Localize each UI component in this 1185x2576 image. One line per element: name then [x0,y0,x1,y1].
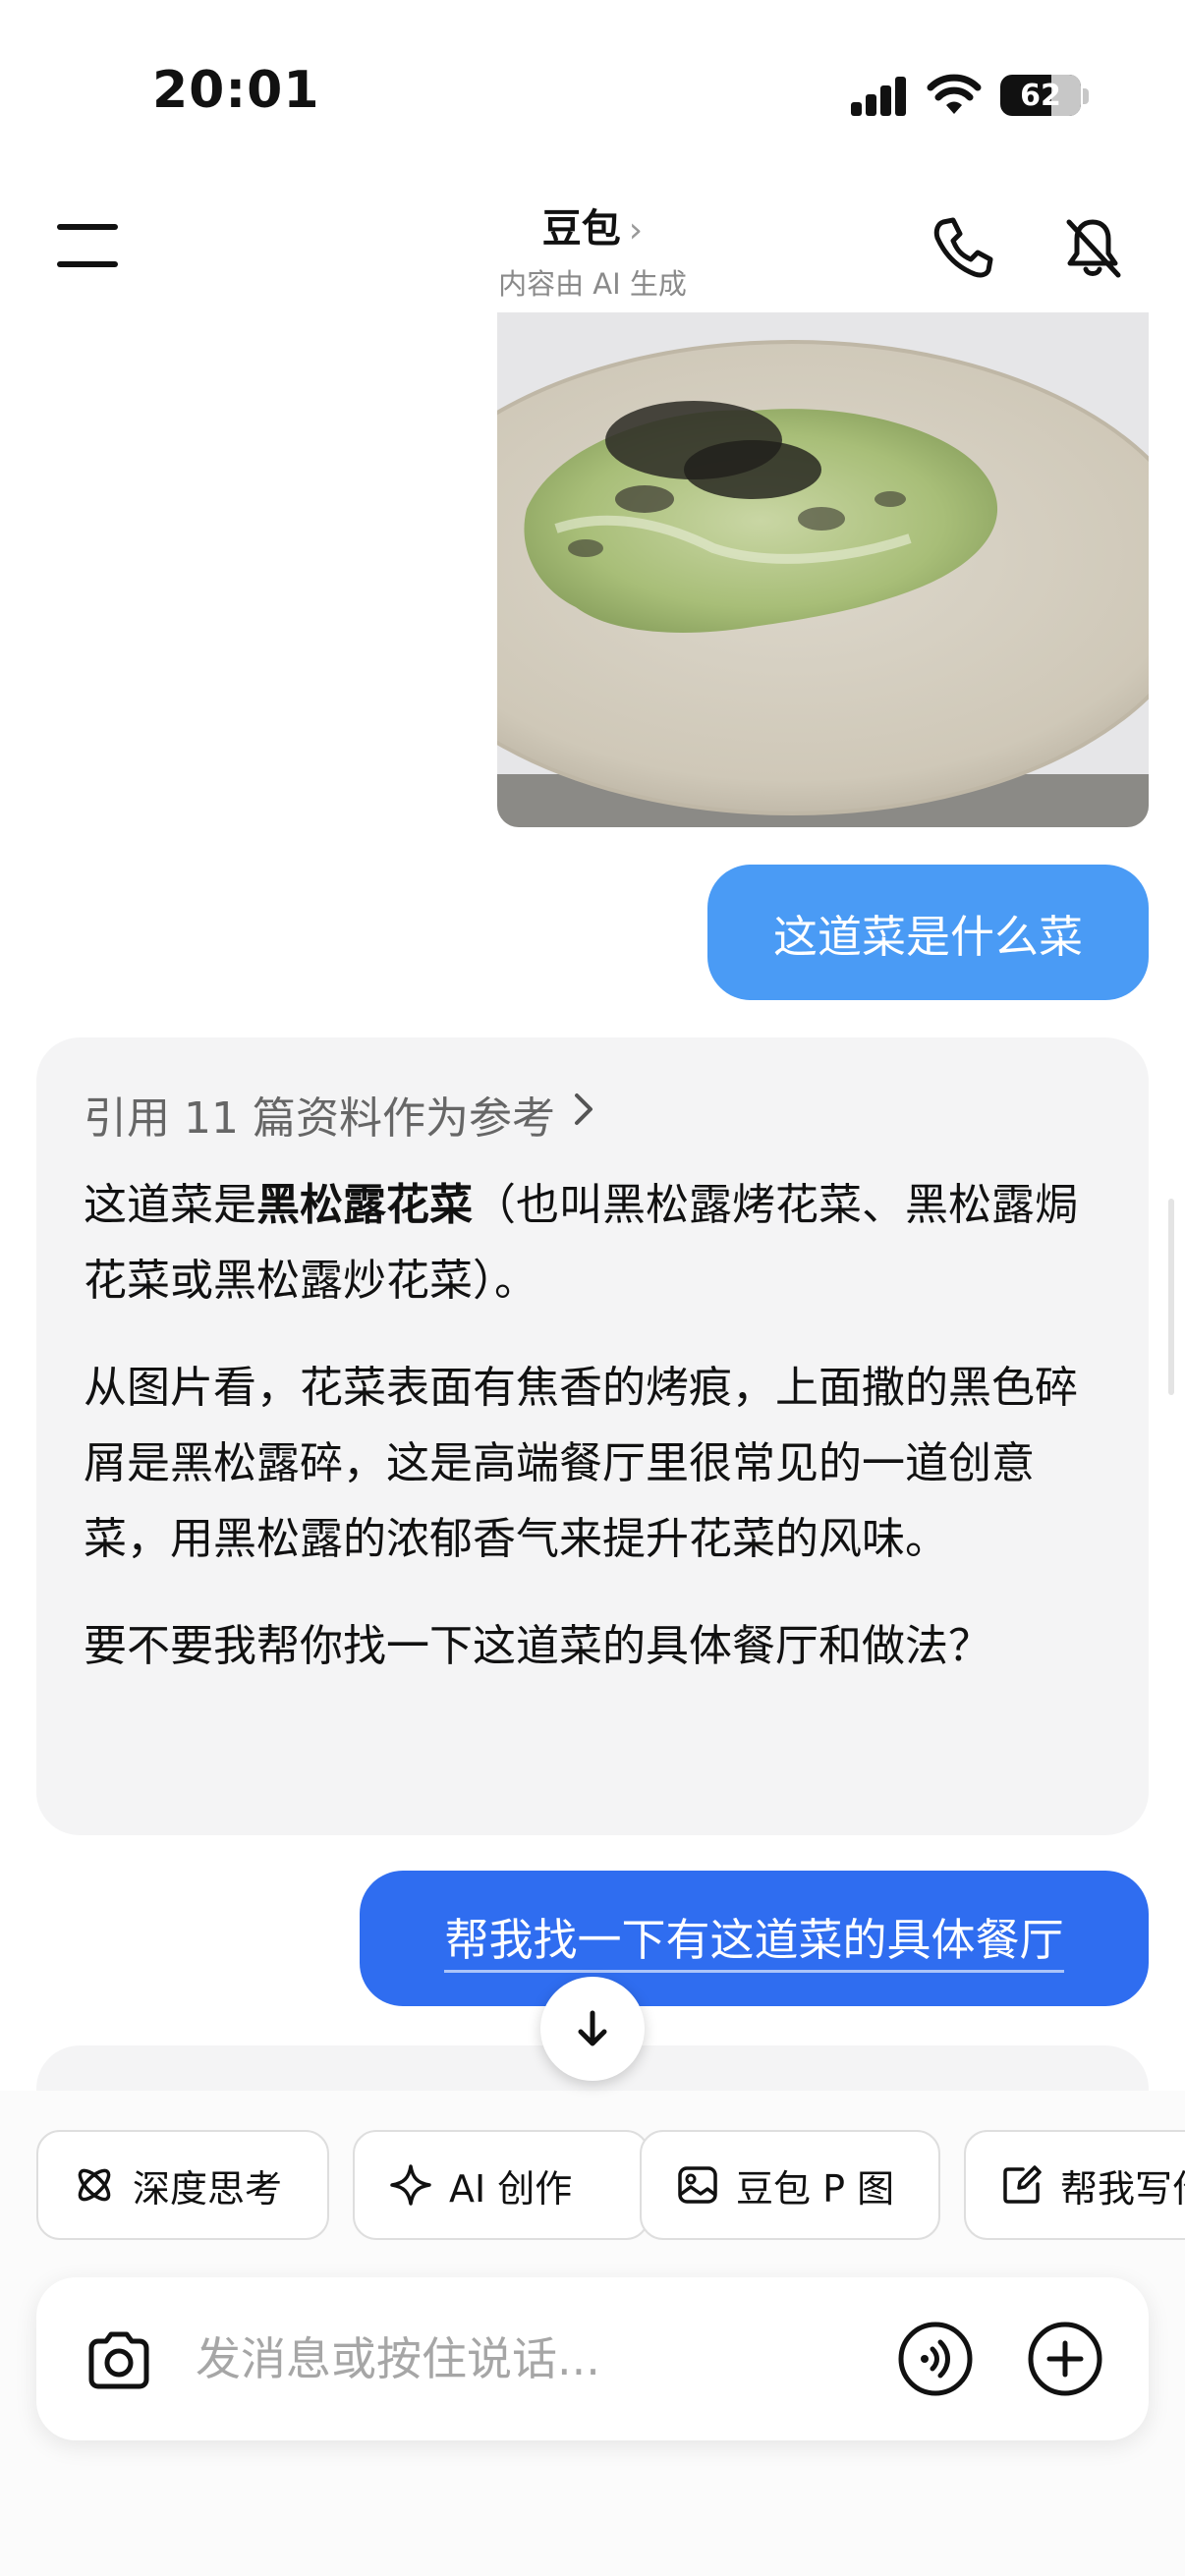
bot-name: 豆包 [541,206,621,252]
uploaded-food-photo[interactable] [497,312,1149,827]
scroll-to-bottom-button[interactable] [540,1977,645,2081]
signal-icon [851,77,908,116]
chip-label: 帮我写作 [1060,2166,1185,2211]
chip-label: 豆包 P 图 [736,2166,895,2211]
ai-disclaimer: 内容由 AI 生成 [498,267,687,301]
image-edit-icon [678,2166,717,2204]
bot-paragraph: 要不要我帮你找一下这道菜的具体餐厅和做法？ [84,1621,991,1671]
message-composer: 发消息或按住说话... [36,2277,1149,2440]
atom-icon [78,2168,111,2202]
chevron-right-icon [573,1092,594,1137]
status-bar: 20:01 62 [0,0,1185,187]
quick-actions: 深度思考 AI 创作 豆包 P 图 帮我写作 [36,2130,1185,2240]
references-label: 引用 11 篇资料作为参考 [84,1093,555,1144]
camera-icon[interactable] [84,2324,154,2395]
chip-label: 深度思考 [133,2166,283,2211]
bot-paragraph: 这道菜是黑松露花菜（也叫黑松露烤花菜、黑松露焗花菜或黑松露炒花菜）。 [84,1180,1078,1306]
sparkle-icon [390,2164,431,2206]
write-icon [1003,2165,1042,2204]
scrollbar[interactable] [1168,1199,1174,1395]
chip-writing[interactable]: 帮我写作 [964,2130,1185,2240]
chevron-right-icon: › [628,210,644,251]
user-message-text: 这道菜是什么菜 [772,910,1083,963]
dish-name: 黑松露花菜 [256,1180,473,1230]
user-message-text: 帮我找一下有这道菜的具体餐厅 [444,1904,1064,1973]
chip-image-edit[interactable]: 豆包 P 图 [640,2130,940,2240]
phone-icon[interactable] [930,214,996,281]
user-message[interactable]: 帮我找一下有这道菜的具体餐厅 [360,1871,1149,2006]
chip-ai-create[interactable]: AI 创作 [353,2130,649,2240]
status-time: 20:01 [152,61,320,120]
user-message[interactable]: 这道菜是什么菜 [707,865,1149,1000]
message-input[interactable]: 发消息或按住说话... [196,2277,600,2440]
wifi-icon [927,74,982,114]
bot-reply: 引用 11 篇资料作为参考 这道菜是黑松露花菜（也叫黑松露烤花菜、黑松露焗花菜或… [36,1037,1149,1835]
bot-paragraph: 从图片看，花菜表面有焦香的烤痕，上面撒的黑色碎屑是黑松露碎，这是高端餐厅里很常见… [84,1363,1078,1564]
plus-icon[interactable] [1027,2321,1103,2397]
battery-icon: 62 [1000,75,1081,116]
battery-level: 62 [1020,79,1061,113]
arrow-down-icon [578,2010,607,2046]
chip-label: AI 创作 [449,2166,573,2211]
mute-icon[interactable] [1059,214,1126,281]
chat-title[interactable]: 豆包 › 内容由 AI 生成 [0,196,1185,303]
chip-deep-thinking[interactable]: 深度思考 [36,2130,329,2240]
voice-icon[interactable] [897,2321,974,2397]
references-link[interactable]: 引用 11 篇资料作为参考 [84,1083,1101,1146]
